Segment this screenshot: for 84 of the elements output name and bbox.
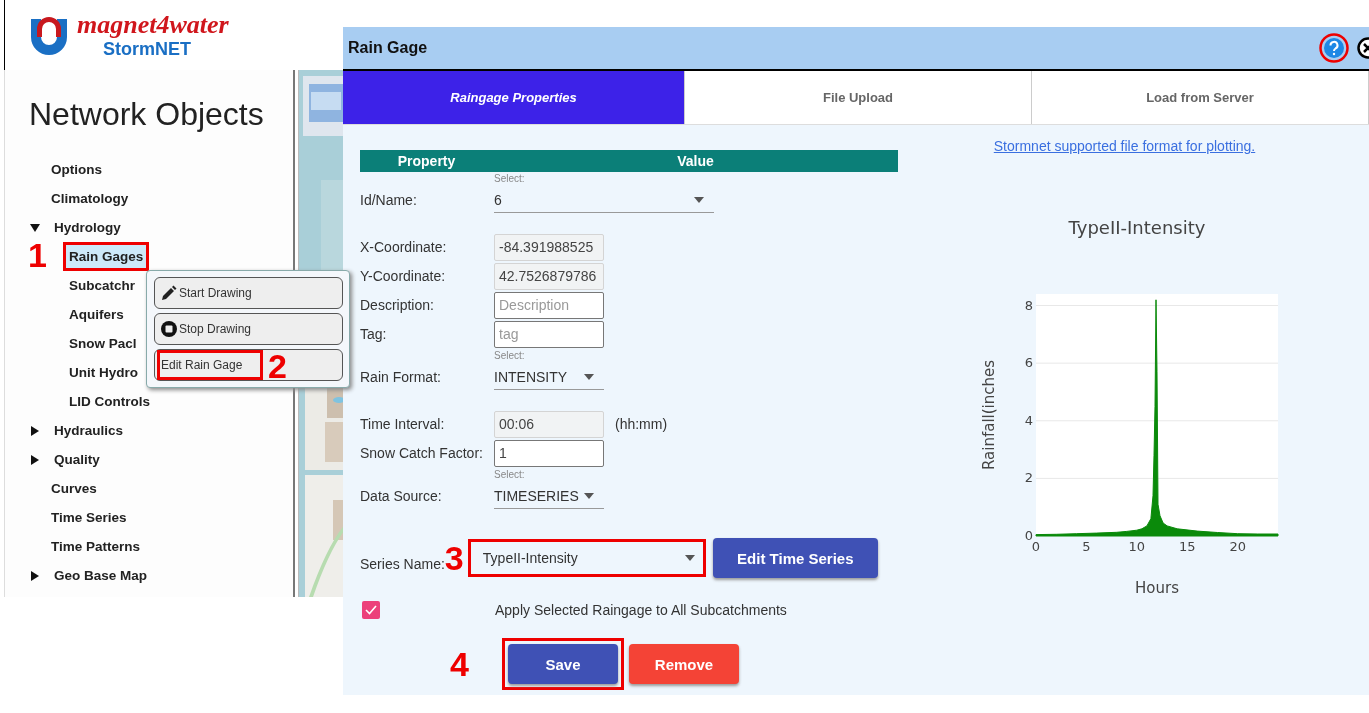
tree-item[interactable]: LID Controls	[63, 387, 156, 416]
y-tick-label: 0	[1024, 528, 1033, 543]
column-header: Property	[396, 153, 457, 169]
input-field[interactable]: Description	[494, 291, 604, 319]
input-field[interactable]: 00:06	[494, 410, 604, 438]
callout-number: 2	[268, 349, 287, 383]
callout-number: 3	[444, 541, 465, 575]
field-label: Description:	[360, 297, 435, 313]
brand-name: magnet4water	[77, 10, 229, 39]
select-field[interactable]: 6	[494, 187, 714, 213]
remove-button[interactable]: Remove	[629, 644, 739, 684]
x-tick-label: 10	[1128, 539, 1145, 554]
file-format-link[interactable]: Stormnet supported file format for plotting.	[993, 138, 1256, 154]
y-tick-label: 8	[1024, 297, 1033, 313]
x-axis-title: Hours	[1134, 579, 1179, 597]
tree-item[interactable]: Hydraulics	[48, 416, 130, 445]
dropdown-caret-icon	[694, 196, 704, 203]
column-header: Value	[676, 153, 715, 169]
input-field[interactable]: 1	[494, 439, 604, 467]
menu-item[interactable]: Stop Drawing	[154, 313, 343, 345]
checkbox[interactable]	[362, 601, 380, 619]
tab[interactable]: Load from Server	[1032, 71, 1369, 124]
y-tick-label: 2	[1024, 470, 1033, 486]
tree-item[interactable]: Climatology	[45, 184, 135, 213]
input-field[interactable]: 42.7526879786	[494, 262, 604, 290]
sidebar-title: Network Objects	[28, 95, 265, 134]
tab[interactable]: File Upload	[685, 71, 1032, 124]
tab[interactable]: Raingage Properties	[343, 71, 685, 124]
select-field[interactable]: INTENSITY	[494, 364, 604, 390]
field-label: Y-Coordinate:	[360, 268, 447, 284]
y-axis-title: Rainfall(inches	[979, 359, 998, 471]
field-label: Id/Name:	[360, 191, 418, 208]
caret-right-icon[interactable]	[30, 570, 40, 581]
tree-item[interactable]: Subcatchr	[63, 271, 142, 300]
help-icon[interactable]	[1319, 33, 1349, 63]
tree-item[interactable]: Rain Gages	[63, 242, 150, 271]
callout-number: 4	[450, 647, 470, 681]
dialog-title: Rain Gage	[348, 39, 429, 57]
chart-title: TypeII-Intensity	[1068, 217, 1205, 238]
tree-item[interactable]: Geo Base Map	[48, 561, 154, 590]
select-field[interactable]: TypeII-Intensity	[467, 539, 706, 577]
tree-item[interactable]: Unit Hydro	[63, 358, 144, 387]
x-tick-label: 0	[1031, 539, 1040, 554]
caret-right-icon[interactable]	[30, 425, 40, 436]
y-tick-label: 6	[1024, 355, 1033, 371]
select-hint: Select:	[494, 173, 526, 186]
dropdown-caret-icon	[584, 373, 594, 380]
tree-item[interactable]: Time Series	[45, 503, 133, 532]
save-button[interactable]: Save	[508, 644, 618, 684]
x-tick-label: 5	[1081, 539, 1091, 554]
field-label: Time Interval:	[360, 416, 446, 432]
field-label: Data Source:	[360, 487, 443, 504]
x-tick-label: 20	[1228, 539, 1246, 554]
unit-label: (hh:mm)	[615, 416, 668, 432]
y-tick-label: 4	[1024, 412, 1033, 428]
select-hint: Select:	[494, 469, 526, 482]
caret-down-icon[interactable]	[30, 222, 40, 233]
select-hint: Select:	[494, 350, 526, 363]
stop-icon	[161, 321, 177, 337]
tree-item[interactable]: Snow Pacl	[63, 329, 143, 358]
tree-item[interactable]: Hydrology	[48, 213, 127, 242]
pencil-icon	[161, 285, 177, 301]
x-tick-label: 15	[1178, 539, 1195, 554]
tree-item[interactable]: Curves	[45, 474, 103, 503]
field-label: Tag:	[360, 326, 388, 342]
field-label: X-Coordinate:	[360, 239, 448, 255]
input-field[interactable]: -84.391988525	[494, 233, 604, 261]
field-label: Rain Format:	[360, 368, 442, 385]
caret-right-icon[interactable]	[30, 454, 40, 465]
product-name: StormNET	[103, 38, 192, 60]
field-label: Series Name:	[360, 556, 445, 572]
callout-number: 1	[28, 238, 47, 272]
checkbox-label: Apply Selected Raingage to All Subcatchments	[495, 602, 787, 618]
dropdown-caret-icon	[684, 555, 695, 561]
select-field[interactable]: TIMESERIES	[494, 483, 604, 509]
tree-item[interactable]: Aquifers	[63, 300, 130, 329]
tree-item[interactable]: Options	[45, 155, 108, 184]
field-label: Snow Catch Factor:	[360, 445, 484, 461]
edit-time-series-button[interactable]: Edit Time Series	[712, 538, 878, 578]
input-field[interactable]: tag	[494, 320, 604, 348]
tree-item[interactable]: Quality	[48, 445, 106, 474]
dropdown-caret-icon	[584, 492, 594, 499]
menu-item[interactable]: Start Drawing	[154, 277, 343, 309]
tree-item[interactable]: Time Patterns	[45, 532, 147, 561]
